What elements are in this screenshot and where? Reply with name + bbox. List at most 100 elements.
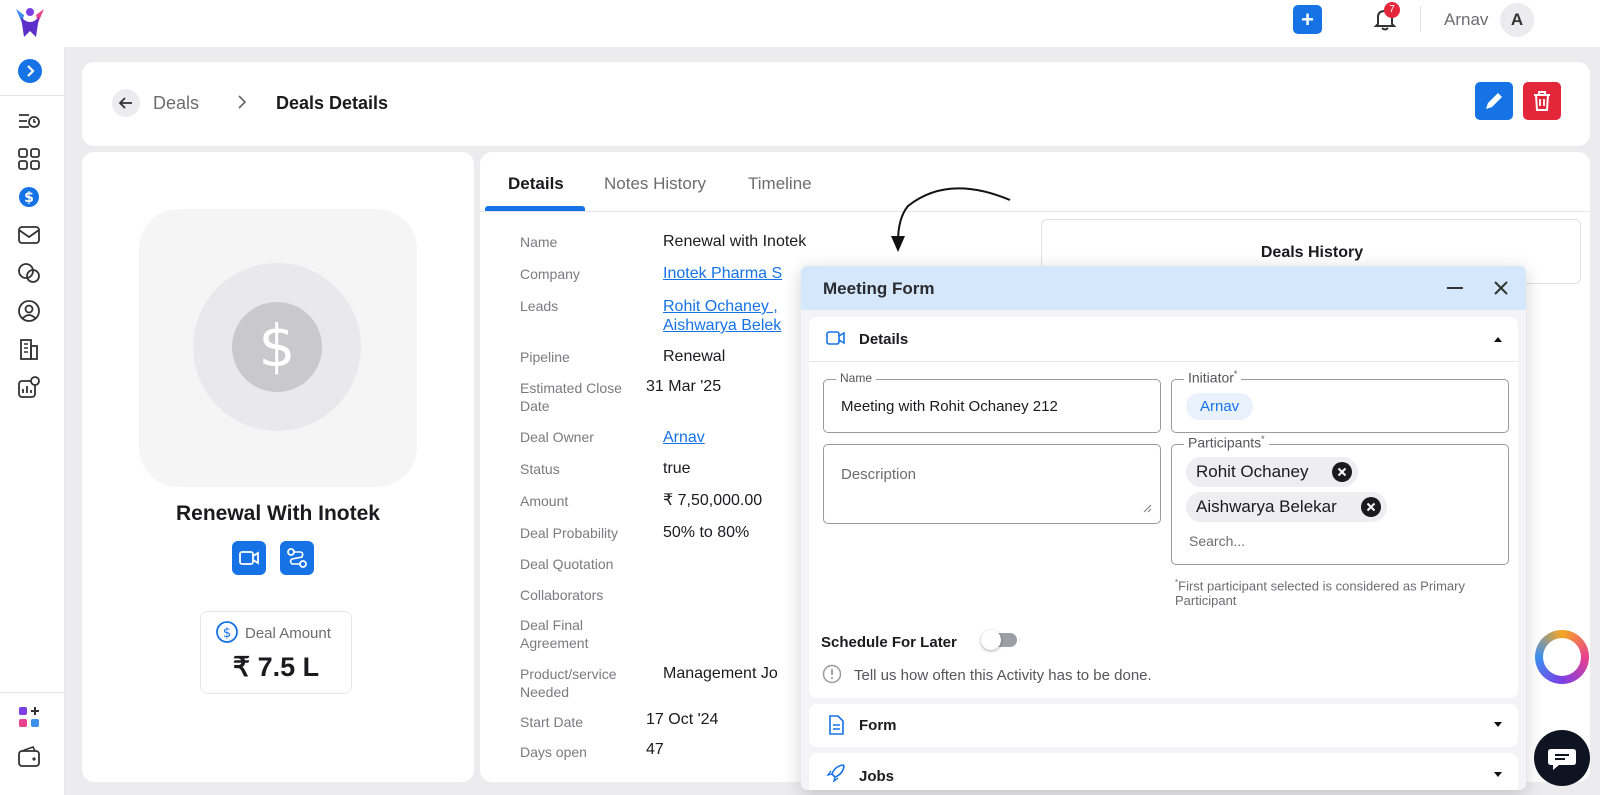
participants-legend: Participants* [1184, 434, 1269, 451]
delete-button[interactable] [1523, 82, 1561, 120]
deal-name: Renewal With Inotek [175, 502, 380, 525]
back-button[interactable] [112, 89, 140, 117]
mail-icon[interactable] [17, 223, 41, 247]
caret-down-icon[interactable] [1493, 721, 1503, 729]
settings-panel-icon[interactable] [17, 375, 41, 399]
page-title: Deals Details [276, 93, 389, 113]
building-icon[interactable] [17, 337, 41, 361]
toggle-knob [981, 630, 1001, 650]
app-logo-icon[interactable] [12, 3, 48, 39]
caret-up-icon[interactable] [1493, 335, 1503, 343]
svg-text:$: $ [259, 312, 296, 380]
apps-grid-icon[interactable] [17, 147, 41, 171]
wallet-icon[interactable] [17, 745, 41, 769]
info-icon [822, 664, 842, 684]
arrow-left-icon [118, 97, 132, 109]
field-label-start-date: Start Date [520, 714, 584, 730]
participant-name: Aishwarya Belekar [1196, 497, 1337, 516]
field-label-final-agreement: Deal Final [520, 617, 584, 633]
field-value-lead-2[interactable]: Aishwarya Belek [663, 316, 781, 335]
user-circle-icon[interactable] [17, 299, 41, 323]
form-section-title[interactable]: Form [859, 717, 897, 734]
participants-field[interactable]: Participants* Rohit Ochaney Aishwarya Be… [1171, 434, 1509, 565]
nav-divider [0, 692, 65, 693]
participant-chip[interactable]: Aishwarya Belekar [1186, 492, 1387, 522]
add-app-icon[interactable] [17, 705, 41, 729]
chevron-right-icon [238, 95, 247, 109]
remove-participant-icon[interactable] [1361, 497, 1381, 517]
jobs-section-title[interactable]: Jobs [859, 768, 894, 785]
meeting-form-title: Meeting Form [823, 279, 935, 298]
minimize-icon[interactable] [1447, 287, 1463, 289]
caret-down-icon[interactable] [1493, 771, 1503, 779]
field-label-close-date-2: Date [520, 398, 550, 414]
chat-bubbles-icon[interactable] [17, 261, 41, 285]
tab-details[interactable]: Details [508, 174, 564, 194]
meeting-form-header: Meeting Form [801, 266, 1526, 310]
field-value-amount: ₹ 7,50,000.00 [663, 492, 763, 509]
field-label-name: Name [520, 234, 558, 250]
deals-list-icon[interactable] [17, 109, 41, 133]
tab-notes-history[interactable]: Notes History [604, 174, 706, 194]
field-label-product: Product/service [520, 666, 617, 682]
field-label-quotation: Deal Quotation [520, 556, 614, 572]
sidebar-nav: $ [0, 47, 65, 795]
video-meeting-button[interactable] [232, 541, 266, 575]
trash-icon [1534, 91, 1550, 111]
topbar-divider [1420, 6, 1421, 32]
pencil-icon [1486, 93, 1502, 109]
field-label-probability: Deal Probability [520, 525, 619, 541]
meeting-name-value[interactable]: Meeting with Rohit Ochaney 212 [841, 398, 1058, 415]
description-field[interactable]: Description [823, 444, 1161, 524]
remove-participant-icon[interactable] [1332, 462, 1352, 482]
deal-amount-value: ₹ 7.5 L [232, 652, 320, 682]
field-label-collaborators: Collaborators [520, 587, 604, 603]
breadcrumb-deals[interactable]: Deals [153, 93, 199, 114]
deal-avatar: $ [139, 209, 417, 487]
meeting-form-dialog: Meeting Form Details Name Meeting with R… [801, 266, 1526, 790]
initiator-chip[interactable]: Arnav [1186, 393, 1254, 420]
field-label-leads: Leads [520, 298, 559, 314]
primary-participant-note: *First participant selected is considere… [1175, 578, 1465, 609]
schedule-later-label: Schedule For Later [821, 634, 957, 651]
field-value-lead-1[interactable]: Rohit Ochaney , [663, 297, 778, 316]
form-section[interactable]: Form [809, 704, 1518, 747]
field-value-product: Management Jo [663, 665, 778, 682]
participant-search-input[interactable]: Search... [1189, 533, 1245, 549]
close-icon[interactable] [1491, 278, 1511, 298]
dollar-avatar-icon: $ [232, 302, 322, 392]
edit-button[interactable] [1475, 82, 1513, 120]
assistant-ring-button[interactable] [1535, 630, 1589, 684]
participant-name: Rohit Ochaney [1196, 462, 1309, 481]
quick-add-button[interactable]: + [1293, 5, 1322, 34]
field-value-company[interactable]: Inotek Pharma S [663, 264, 782, 283]
video-camera-icon [826, 331, 845, 345]
details-section-title[interactable]: Details [859, 331, 908, 348]
initiator-field[interactable]: Initiator* Arnav [1171, 369, 1509, 433]
field-label-days-open: Days open [520, 744, 587, 760]
tab-timeline[interactable]: Timeline [748, 174, 812, 194]
user-avatar[interactable]: A [1500, 3, 1534, 37]
initiator-legend: Initiator* [1184, 369, 1242, 386]
route-button[interactable] [280, 541, 314, 575]
section-divider [809, 361, 1518, 362]
dollar-icon[interactable]: $ [17, 185, 41, 209]
schedule-later-toggle[interactable] [981, 630, 1017, 650]
jobs-section[interactable]: Jobs [809, 753, 1518, 790]
participant-chip[interactable]: Rohit Ochaney [1186, 457, 1358, 487]
meeting-name-field[interactable]: Name Meeting with Rohit Ochaney 212 [823, 371, 1161, 433]
field-label-close-date: Estimated Close [520, 380, 622, 396]
field-value-owner[interactable]: Arnav [663, 428, 705, 447]
sidebar-expand-button[interactable] [18, 59, 42, 83]
annotation-arrow-icon [891, 187, 1011, 252]
ring-center [1543, 638, 1581, 676]
user-name[interactable]: Arnav [1444, 10, 1488, 30]
field-label-final-agreement-2: Agreement [520, 635, 589, 651]
resize-handle-icon[interactable] [1142, 503, 1152, 513]
top-bar: + 7 Arnav A [0, 0, 1600, 47]
deal-profile-card: $ Renewal With Inotek $ Deal Amount ₹ 7.… [82, 152, 474, 782]
chat-button[interactable] [1534, 730, 1590, 786]
dollar-circle-icon: $ [216, 621, 238, 643]
active-tab-indicator [485, 206, 585, 211]
notification-count-badge: 7 [1384, 2, 1400, 18]
